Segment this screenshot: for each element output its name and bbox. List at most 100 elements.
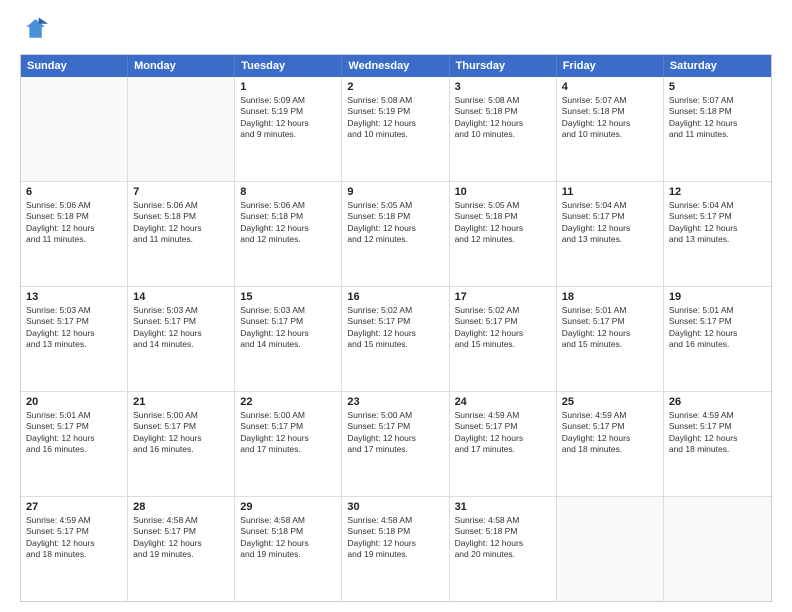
day-cell-26: 26 Sunrise: 4:59 AM Sunset: 5:17 PM Dayli… bbox=[664, 392, 771, 496]
day-number: 8 bbox=[240, 186, 336, 198]
day-number: 26 bbox=[669, 396, 766, 408]
week-row-1: 1 Sunrise: 5:09 AM Sunset: 5:19 PM Daylig… bbox=[21, 77, 771, 182]
day-number: 27 bbox=[26, 501, 122, 513]
header-day-thursday: Thursday bbox=[450, 55, 557, 77]
day-number: 9 bbox=[347, 186, 443, 198]
day-info: Sunrise: 4:58 AM Sunset: 5:17 PM Dayligh… bbox=[133, 515, 229, 561]
week-row-4: 20 Sunrise: 5:01 AM Sunset: 5:17 PM Dayli… bbox=[21, 392, 771, 497]
day-info: Sunrise: 5:00 AM Sunset: 5:17 PM Dayligh… bbox=[240, 410, 336, 456]
day-cell-1: 1 Sunrise: 5:09 AM Sunset: 5:19 PM Daylig… bbox=[235, 77, 342, 181]
header-day-sunday: Sunday bbox=[21, 55, 128, 77]
logo bbox=[20, 16, 52, 44]
day-cell-9: 9 Sunrise: 5:05 AM Sunset: 5:18 PM Daylig… bbox=[342, 182, 449, 286]
empty-cell bbox=[557, 497, 664, 601]
day-info: Sunrise: 5:08 AM Sunset: 5:18 PM Dayligh… bbox=[455, 95, 551, 141]
day-number: 11 bbox=[562, 186, 658, 198]
day-info: Sunrise: 5:00 AM Sunset: 5:17 PM Dayligh… bbox=[347, 410, 443, 456]
day-cell-16: 16 Sunrise: 5:02 AM Sunset: 5:17 PM Dayli… bbox=[342, 287, 449, 391]
day-info: Sunrise: 5:06 AM Sunset: 5:18 PM Dayligh… bbox=[133, 200, 229, 246]
day-number: 21 bbox=[133, 396, 229, 408]
day-number: 3 bbox=[455, 81, 551, 93]
day-number: 5 bbox=[669, 81, 766, 93]
day-number: 4 bbox=[562, 81, 658, 93]
day-number: 15 bbox=[240, 291, 336, 303]
day-info: Sunrise: 5:07 AM Sunset: 5:18 PM Dayligh… bbox=[562, 95, 658, 141]
day-cell-11: 11Sunrise: 5:04 AM Sunset: 5:17 PM Dayli… bbox=[557, 182, 664, 286]
day-cell-14: 14Sunrise: 5:03 AM Sunset: 5:17 PM Dayli… bbox=[128, 287, 235, 391]
empty-cell bbox=[21, 77, 128, 181]
day-cell-6: 6 Sunrise: 5:06 AM Sunset: 5:18 PM Daylig… bbox=[21, 182, 128, 286]
day-info: Sunrise: 5:02 AM Sunset: 5:17 PM Dayligh… bbox=[347, 305, 443, 351]
day-number: 10 bbox=[455, 186, 551, 198]
day-cell-23: 23 Sunrise: 5:00 AM Sunset: 5:17 PM Dayli… bbox=[342, 392, 449, 496]
day-number: 7 bbox=[133, 186, 229, 198]
day-info: Sunrise: 4:58 AM Sunset: 5:18 PM Dayligh… bbox=[240, 515, 336, 561]
day-number: 2 bbox=[347, 81, 443, 93]
day-cell-8: 8Sunrise: 5:06 AM Sunset: 5:18 PM Daylig… bbox=[235, 182, 342, 286]
day-number: 13 bbox=[26, 291, 122, 303]
day-cell-30: 30Sunrise: 4:58 AM Sunset: 5:18 PM Dayli… bbox=[342, 497, 449, 601]
day-cell-7: 7 Sunrise: 5:06 AM Sunset: 5:18 PM Daylig… bbox=[128, 182, 235, 286]
day-cell-29: 29 Sunrise: 4:58 AM Sunset: 5:18 PM Dayli… bbox=[235, 497, 342, 601]
day-cell-10: 10 Sunrise: 5:05 AM Sunset: 5:18 PM Dayli… bbox=[450, 182, 557, 286]
logo-icon bbox=[20, 16, 48, 44]
day-number: 17 bbox=[455, 291, 551, 303]
day-info: Sunrise: 5:01 AM Sunset: 5:17 PM Dayligh… bbox=[669, 305, 766, 351]
day-info: Sunrise: 5:01 AM Sunset: 5:17 PM Dayligh… bbox=[562, 305, 658, 351]
day-cell-4: 4 Sunrise: 5:07 AM Sunset: 5:18 PM Daylig… bbox=[557, 77, 664, 181]
day-cell-21: 21 Sunrise: 5:00 AM Sunset: 5:17 PM Dayli… bbox=[128, 392, 235, 496]
day-number: 29 bbox=[240, 501, 336, 513]
day-info: Sunrise: 5:03 AM Sunset: 5:17 PM Dayligh… bbox=[240, 305, 336, 351]
day-info: Sunrise: 4:58 AM Sunset: 5:18 PM Dayligh… bbox=[347, 515, 443, 561]
day-info: Sunrise: 5:00 AM Sunset: 5:17 PM Dayligh… bbox=[133, 410, 229, 456]
day-info: Sunrise: 5:01 AM Sunset: 5:17 PM Dayligh… bbox=[26, 410, 122, 456]
header-day-monday: Monday bbox=[128, 55, 235, 77]
day-cell-25: 25 Sunrise: 4:59 AM Sunset: 5:17 PM Dayli… bbox=[557, 392, 664, 496]
day-number: 25 bbox=[562, 396, 658, 408]
day-number: 6 bbox=[26, 186, 122, 198]
day-cell-3: 3 Sunrise: 5:08 AM Sunset: 5:18 PM Daylig… bbox=[450, 77, 557, 181]
day-info: Sunrise: 4:58 AM Sunset: 5:18 PM Dayligh… bbox=[455, 515, 551, 561]
day-info: Sunrise: 5:05 AM Sunset: 5:18 PM Dayligh… bbox=[347, 200, 443, 246]
day-info: Sunrise: 5:07 AM Sunset: 5:18 PM Dayligh… bbox=[669, 95, 766, 141]
day-info: Sunrise: 5:05 AM Sunset: 5:18 PM Dayligh… bbox=[455, 200, 551, 246]
header-day-tuesday: Tuesday bbox=[235, 55, 342, 77]
day-cell-12: 12 Sunrise: 5:04 AM Sunset: 5:17 PM Dayli… bbox=[664, 182, 771, 286]
empty-cell bbox=[128, 77, 235, 181]
day-cell-15: 15 Sunrise: 5:03 AM Sunset: 5:17 PM Dayli… bbox=[235, 287, 342, 391]
day-number: 28 bbox=[133, 501, 229, 513]
day-number: 1 bbox=[240, 81, 336, 93]
day-number: 12 bbox=[669, 186, 766, 198]
day-info: Sunrise: 5:06 AM Sunset: 5:18 PM Dayligh… bbox=[26, 200, 122, 246]
day-info: Sunrise: 5:09 AM Sunset: 5:19 PM Dayligh… bbox=[240, 95, 336, 141]
empty-cell bbox=[664, 497, 771, 601]
day-cell-31: 31Sunrise: 4:58 AM Sunset: 5:18 PM Dayli… bbox=[450, 497, 557, 601]
week-row-5: 27 Sunrise: 4:59 AM Sunset: 5:17 PM Dayli… bbox=[21, 497, 771, 601]
day-cell-27: 27 Sunrise: 4:59 AM Sunset: 5:17 PM Dayli… bbox=[21, 497, 128, 601]
day-cell-2: 2Sunrise: 5:08 AM Sunset: 5:19 PM Daylig… bbox=[342, 77, 449, 181]
calendar: SundayMondayTuesdayWednesdayThursdayFrid… bbox=[20, 54, 772, 602]
day-cell-24: 24Sunrise: 4:59 AM Sunset: 5:17 PM Dayli… bbox=[450, 392, 557, 496]
day-info: Sunrise: 4:59 AM Sunset: 5:17 PM Dayligh… bbox=[455, 410, 551, 456]
day-number: 23 bbox=[347, 396, 443, 408]
day-cell-5: 5 Sunrise: 5:07 AM Sunset: 5:18 PM Daylig… bbox=[664, 77, 771, 181]
day-number: 20 bbox=[26, 396, 122, 408]
day-info: Sunrise: 4:59 AM Sunset: 5:17 PM Dayligh… bbox=[669, 410, 766, 456]
day-cell-20: 20 Sunrise: 5:01 AM Sunset: 5:17 PM Dayli… bbox=[21, 392, 128, 496]
day-info: Sunrise: 5:03 AM Sunset: 5:17 PM Dayligh… bbox=[26, 305, 122, 351]
calendar-header: SundayMondayTuesdayWednesdayThursdayFrid… bbox=[21, 55, 771, 77]
header-day-wednesday: Wednesday bbox=[342, 55, 449, 77]
day-info: Sunrise: 4:59 AM Sunset: 5:17 PM Dayligh… bbox=[562, 410, 658, 456]
week-row-2: 6 Sunrise: 5:06 AM Sunset: 5:18 PM Daylig… bbox=[21, 182, 771, 287]
day-number: 18 bbox=[562, 291, 658, 303]
header-day-friday: Friday bbox=[557, 55, 664, 77]
day-info: Sunrise: 4:59 AM Sunset: 5:17 PM Dayligh… bbox=[26, 515, 122, 561]
day-info: Sunrise: 5:04 AM Sunset: 5:17 PM Dayligh… bbox=[669, 200, 766, 246]
day-cell-28: 28 Sunrise: 4:58 AM Sunset: 5:17 PM Dayli… bbox=[128, 497, 235, 601]
day-info: Sunrise: 5:03 AM Sunset: 5:17 PM Dayligh… bbox=[133, 305, 229, 351]
day-cell-19: 19 Sunrise: 5:01 AM Sunset: 5:17 PM Dayli… bbox=[664, 287, 771, 391]
day-number: 16 bbox=[347, 291, 443, 303]
header-day-saturday: Saturday bbox=[664, 55, 771, 77]
day-cell-18: 18 Sunrise: 5:01 AM Sunset: 5:17 PM Dayli… bbox=[557, 287, 664, 391]
day-number: 19 bbox=[669, 291, 766, 303]
